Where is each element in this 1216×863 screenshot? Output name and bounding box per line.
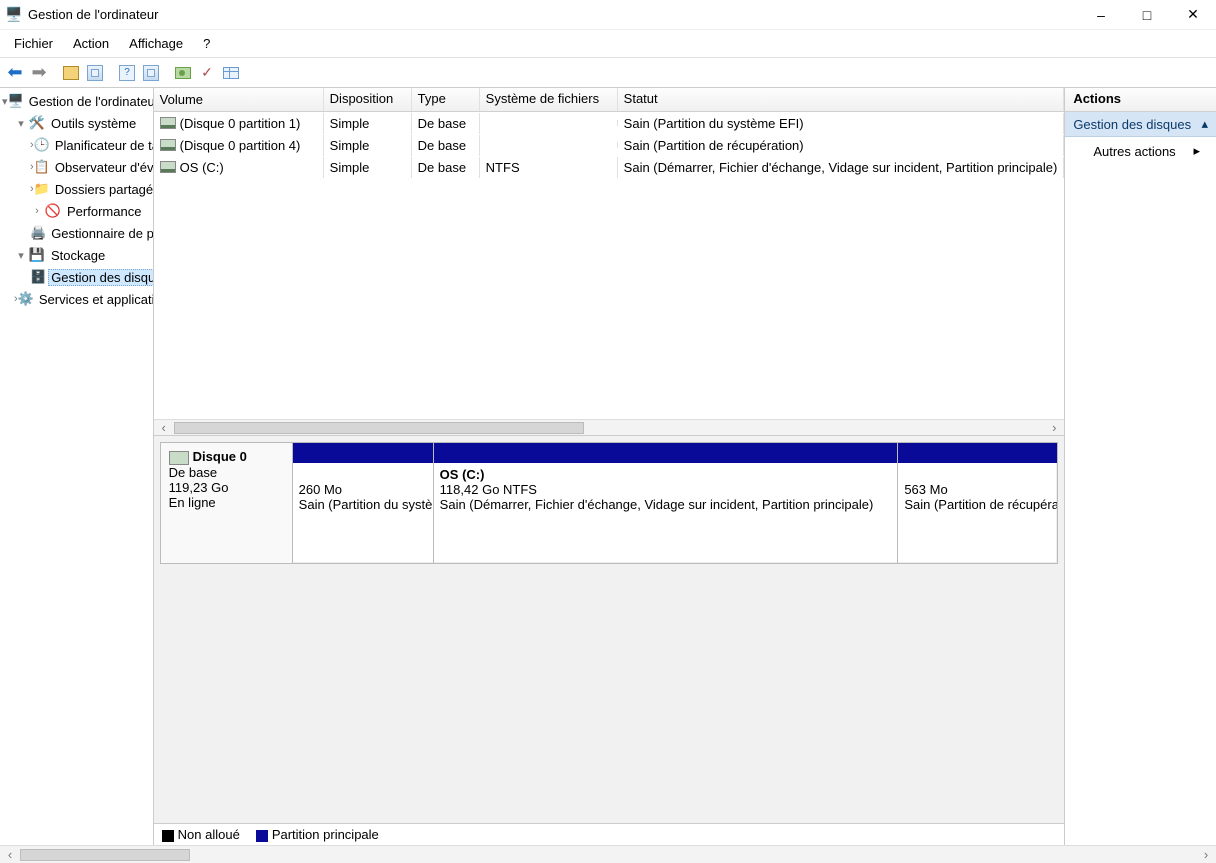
actions-group-label: Gestion des disques (1073, 117, 1191, 132)
tree-storage-label: Stockage (48, 247, 108, 264)
disk-name: Disque 0 (193, 449, 247, 464)
disk-pane: Disque 0 De base 119,23 Go En ligne 260 … (154, 436, 1065, 823)
legend-primary: Partition principale (256, 827, 379, 842)
window-title: Gestion de l'ordinateur (28, 7, 1078, 22)
close-button[interactable]: ✕ (1170, 0, 1216, 30)
partition[interactable]: 260 MoSain (Partition du système EFI) (293, 443, 433, 563)
tree-devmgr[interactable]: 🖨️Gestionnaire de périphériques (0, 222, 153, 244)
menu-help[interactable]: ? (193, 32, 220, 55)
partition[interactable]: 563 MoSain (Partition de récupération) (897, 443, 1057, 563)
volume-icon (160, 117, 176, 129)
disk-icon (169, 451, 189, 465)
table-row[interactable]: (Disque 0 partition 1)SimpleDe baseSain … (154, 112, 1065, 134)
menu-action[interactable]: Action (63, 32, 119, 55)
col-dispo[interactable]: Disposition (324, 88, 412, 111)
titlebar: 🖥️ Gestion de l'ordinateur – □ ✕ (0, 0, 1216, 30)
help2-icon[interactable] (140, 62, 162, 84)
tree-diskmgmt-label: Gestion des disques (48, 269, 153, 286)
tree-tools[interactable]: ▾ 🛠️ Outils système (0, 112, 153, 134)
tree-scheduler[interactable]: ›🕒Planificateur de tâches (0, 134, 153, 156)
tree-perf-label: Performance (64, 203, 144, 220)
settings-icon[interactable] (172, 62, 194, 84)
volume-icon (160, 161, 176, 173)
table-row[interactable]: OS (C:)SimpleDe baseNTFSSain (Démarrer, … (154, 156, 1065, 178)
disk-size: 119,23 Go (169, 480, 284, 495)
tree-events[interactable]: ›📋Observateur d'événements (0, 156, 153, 178)
partition-header (898, 443, 1057, 463)
tree-perf[interactable]: ›🚫Performance (0, 200, 153, 222)
tree-root[interactable]: ▾ 🖥️ Gestion de l'ordinateur (local) (0, 90, 153, 112)
actions-pane: Actions Gestion des disques ▴ Autres act… (1065, 88, 1216, 845)
maximize-button[interactable]: □ (1124, 0, 1170, 30)
center-pane: Volume Disposition Type Système de fichi… (154, 88, 1066, 845)
partition[interactable]: OS (C:)118,42 Go NTFSSain (Démarrer, Fic… (433, 443, 898, 563)
tree-devmgr-label: Gestionnaire de périphériques (48, 225, 153, 242)
col-fs[interactable]: Système de fichiers (480, 88, 618, 111)
help-icon[interactable]: ? (116, 62, 138, 84)
tree-diskmgmt[interactable]: 🗄️Gestion des disques (0, 266, 153, 288)
tree-pane: ▾ 🖥️ Gestion de l'ordinateur (local) ▾ 🛠… (0, 88, 154, 845)
col-type[interactable]: Type (412, 88, 480, 111)
app-icon: 🖥️ (6, 7, 22, 23)
table-row[interactable]: (Disque 0 partition 4)SimpleDe baseSain … (154, 134, 1065, 156)
chevron-right-icon: ▸ (1193, 143, 1200, 159)
tree-services-label: Services et applications (36, 291, 154, 308)
legend-unalloc: Non alloué (162, 827, 240, 842)
tree-events-label: Observateur d'événements (52, 159, 154, 176)
col-status[interactable]: Statut (618, 88, 1065, 111)
refresh-icon[interactable] (84, 62, 106, 84)
table-body: (Disque 0 partition 1)SimpleDe baseSain … (154, 112, 1065, 419)
properties-icon[interactable] (60, 62, 82, 84)
check-icon[interactable]: ✓ (196, 62, 218, 84)
table-hscroll[interactable]: ‹› (154, 419, 1065, 435)
disk-type: De base (169, 465, 284, 480)
menu-view[interactable]: Affichage (119, 32, 193, 55)
actions-more[interactable]: Autres actions ▸ (1065, 137, 1216, 165)
tree-shares[interactable]: ›📁Dossiers partagés (0, 178, 153, 200)
menubar: Fichier Action Affichage ? (0, 30, 1216, 58)
tree-tools-label: Outils système (48, 115, 139, 132)
actions-more-label: Autres actions (1093, 144, 1175, 159)
col-volume[interactable]: Volume (154, 88, 324, 111)
volume-icon (160, 139, 176, 151)
collapse-icon: ▴ (1201, 116, 1208, 132)
tree-shares-label: Dossiers partagés (52, 181, 154, 198)
legend-unalloc-label: Non alloué (178, 827, 240, 842)
forward-icon[interactable]: ➡ (28, 62, 50, 84)
table-header: Volume Disposition Type Système de fichi… (154, 88, 1065, 112)
partition-header (293, 443, 433, 463)
legend-primary-label: Partition principale (272, 827, 379, 842)
minimize-button[interactable]: – (1078, 0, 1124, 30)
disk-state: En ligne (169, 495, 284, 510)
toolbar: ⬅ ➡ ? ✓ (0, 58, 1216, 88)
legend: Non alloué Partition principale (154, 823, 1065, 845)
tree-storage[interactable]: ▾ 💾 Stockage (0, 244, 153, 266)
back-icon[interactable]: ⬅ (4, 62, 26, 84)
disk-row: Disque 0 De base 119,23 Go En ligne 260 … (160, 442, 1059, 564)
volume-table: Volume Disposition Type Système de fichi… (154, 88, 1065, 436)
tree-scheduler-label: Planificateur de tâches (52, 137, 154, 154)
window-controls: – □ ✕ (1078, 0, 1216, 30)
layout-icon[interactable] (220, 62, 242, 84)
menu-file[interactable]: Fichier (4, 32, 63, 55)
tree-services[interactable]: › ⚙️ Services et applications (0, 288, 153, 310)
disk-partitions: 260 MoSain (Partition du système EFI)OS … (293, 443, 1058, 563)
disk-info[interactable]: Disque 0 De base 119,23 Go En ligne (161, 443, 293, 563)
partition-header (434, 443, 898, 463)
tree-root-label: Gestion de l'ordinateur (local) (26, 93, 154, 110)
actions-group[interactable]: Gestion des disques ▴ (1065, 112, 1216, 137)
tree-hscroll[interactable]: ‹› (0, 845, 1216, 863)
main-area: ▾ 🖥️ Gestion de l'ordinateur (local) ▾ 🛠… (0, 88, 1216, 845)
actions-title: Actions (1065, 88, 1216, 112)
